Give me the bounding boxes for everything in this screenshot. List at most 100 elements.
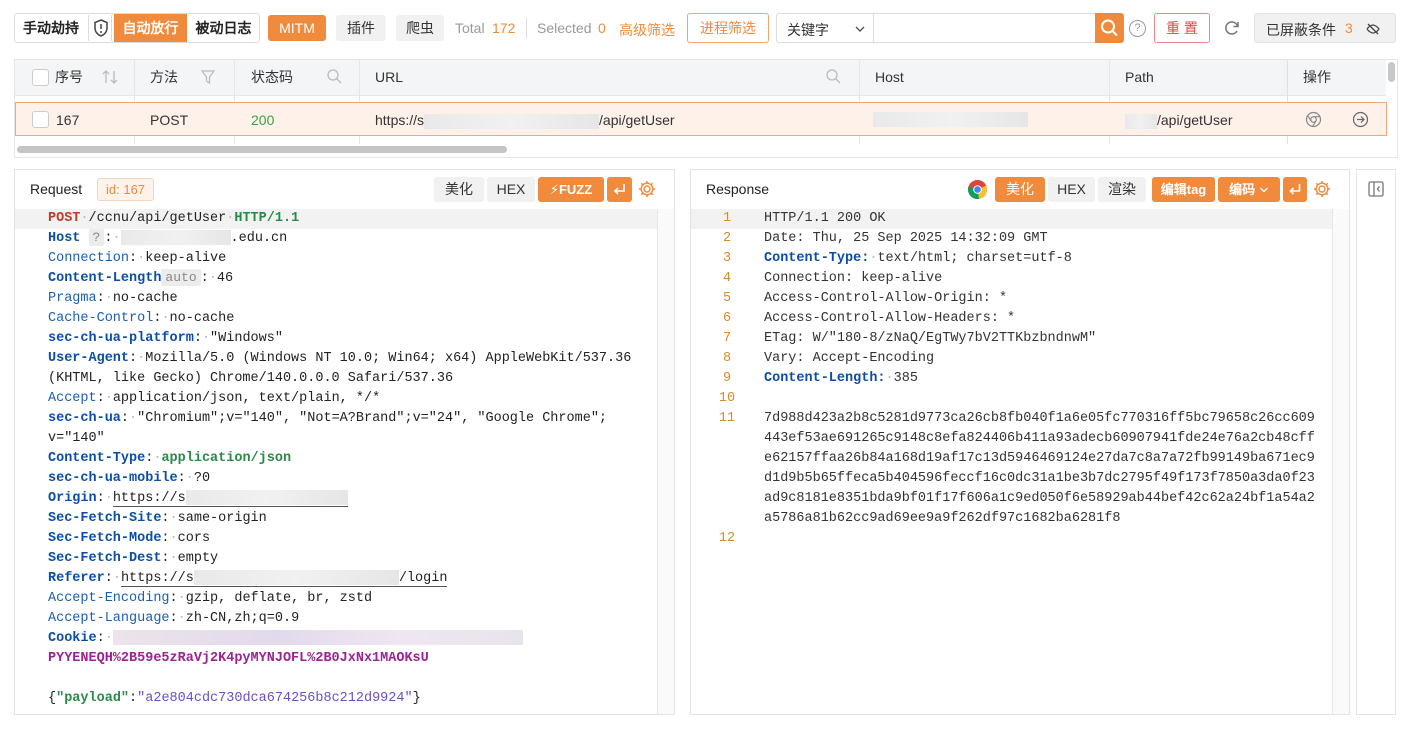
search-button[interactable] [1095,13,1124,43]
mitm-button[interactable]: MITM [268,15,326,41]
row-url: https://s/api/getUser [375,103,675,137]
req-line-pragma: Pragma:·no-cache [48,291,178,306]
line-number: 8 [722,351,732,366]
side-toolbar [1356,169,1396,715]
req-line-sfm: Sec-Fetch-Mode:·cors [48,531,211,546]
refresh-icon[interactable] [1222,18,1242,38]
total-label: Total [455,20,485,36]
line-number: 10 [718,391,736,406]
search-type-select[interactable]: 关键字 [776,13,874,43]
advanced-filter-link[interactable]: 高级筛选 [619,20,675,40]
tab-passive-log[interactable]: 被动日志 [189,15,258,41]
filter-icon[interactable] [200,69,216,85]
divider [526,18,527,38]
lightning-icon: ⚡ [549,182,559,197]
request-hex-button[interactable]: HEX [487,177,535,202]
gear-icon[interactable] [637,179,657,199]
fuzz-label: FUZZ [558,182,593,197]
row-host-redacted [873,112,1028,127]
header-seq[interactable]: 序号 [55,60,83,96]
request-scrollbar-track[interactable] [657,209,674,714]
collapse-panel-icon[interactable] [1367,180,1385,198]
header-host[interactable]: Host [875,60,904,96]
tab-manual-intercept[interactable]: 手动劫持 [16,15,86,41]
req-line-accept: Accept:·application/json, text/plain, */… [48,391,381,406]
search-icon[interactable] [825,68,842,85]
horizontal-scrollbar[interactable] [17,146,507,153]
plugins-button[interactable]: 插件 [336,15,386,41]
wrap-icon [613,184,625,195]
response-line: HTTP/1.1 200 OK [764,211,886,226]
req-line-1: POST·/ccnu/api/getUser·HTTP/1.1 [48,211,300,226]
request-title: Request [30,181,83,197]
encoding-dropdown[interactable]: 编码 [1218,177,1280,202]
reset-button[interactable]: 重 置 [1154,13,1210,43]
req-line-ae: Accept-Encoding:·gzip, deflate, br, zstd [48,591,373,606]
request-beautify-button[interactable]: 美化 [434,177,484,202]
response-line: Access-Control-Allow-Origin: * [764,291,1008,306]
header-value: 385 [893,371,918,386]
search-icon [1101,19,1118,37]
redacted-block [424,113,600,129]
header-url[interactable]: URL [375,60,403,96]
total-count: 172 [492,20,516,36]
req-line-mobile: sec-ch-ua-mobile:·?0 [48,471,211,486]
tab-auto-release[interactable]: 自动放行 [114,14,187,42]
line-number: 12 [718,531,736,546]
chrome-icon[interactable] [967,179,988,200]
select-all-checkbox[interactable] [32,69,49,86]
vertical-scrollbar[interactable] [1388,62,1395,82]
chevron-down-icon [855,26,865,32]
line-number: 3 [722,251,732,266]
response-editor[interactable]: 1 HTTP/1.1 200 OK 2 Date: Thu, 25 Sep 2025 … [691,209,1332,714]
shield-icon[interactable] [88,15,112,41]
line-number: 5 [722,291,732,306]
response-wrap-button[interactable] [1283,177,1307,202]
blocked-conditions-button[interactable]: 已屏蔽条件 3 [1254,13,1396,43]
goto-arrow-icon[interactable] [1352,111,1369,128]
response-line: Content-Type:·text/html; charset=utf-8 [764,251,1072,266]
header-status[interactable]: 状态码 [251,60,293,96]
search-input[interactable] [874,13,1096,43]
row-checkbox[interactable] [32,111,49,128]
req-line-cl: Content-Length auto:·46 [48,269,234,286]
render-button[interactable]: 渲染 [1098,177,1146,202]
response-scrollbar-track[interactable] [1332,209,1349,714]
sort-icon[interactable] [101,69,119,85]
process-filter-button[interactable]: 进程筛选 [687,13,769,43]
line-number: 11 [718,411,736,426]
response-hex-button[interactable]: HEX [1048,177,1095,202]
req-line-secua-cont: v="140" [48,431,105,446]
selected-count: 0 [598,20,606,36]
req-line-cookie-cont: PYYENEQH%2B59e5zRaVj2K4pyMYNJOFL%2B0JxNx… [48,651,429,666]
chrome-open-icon[interactable] [1305,111,1322,128]
response-line: ad9c8181e8351bda9bf01f17f606a1c9ed050f6e… [764,491,1315,506]
req-line-ct: Content-Type:·application/json [48,451,292,466]
line-number: 7 [722,331,732,346]
search-icon[interactable] [326,68,343,85]
gear-icon[interactable] [1312,179,1332,199]
response-line: e62157ffaa26b84a168d19af17c13d5946469124… [764,451,1315,466]
header-key: Content-Type: [764,251,870,266]
req-line-platform: sec-ch-ua-platform:·"Windows" [48,331,283,346]
request-editor[interactable]: POST·/ccnu/api/getUser·HTTP/1.1 Host ?:·… [15,209,658,714]
req-line-conn: Connection:·keep-alive [48,251,227,266]
request-wrap-button[interactable] [607,177,632,202]
req-line-sfd: Sec-Fetch-Dest:·empty [48,551,219,566]
header-path[interactable]: Path [1125,60,1154,96]
edit-tag-button[interactable]: 编辑tag [1152,177,1215,202]
eye-off-icon [1366,23,1380,35]
url-suffix: /api/getUser [599,112,675,128]
help-icon[interactable]: ? [1129,20,1146,37]
response-line: Vary: Accept-Encoding [764,351,935,366]
header-method[interactable]: 方法 [150,60,178,96]
fuzz-button[interactable]: ⚡FUZZ [538,177,604,202]
response-beautify-button[interactable]: 美化 [995,177,1045,202]
header-value: text/html; charset=utf-8 [877,251,1072,266]
req-line-secua: sec-ch-ua:·"Chromium";v="140", "Not=A?Br… [48,411,608,426]
crawler-button[interactable]: 爬虫 [396,15,444,41]
row-seq: 167 [56,112,80,128]
path-suffix: /api/getUser [1157,112,1233,128]
response-line: Access-Control-Allow-Headers: * [764,311,1016,326]
req-line-referer: Referer:·https://s/login [48,569,448,587]
